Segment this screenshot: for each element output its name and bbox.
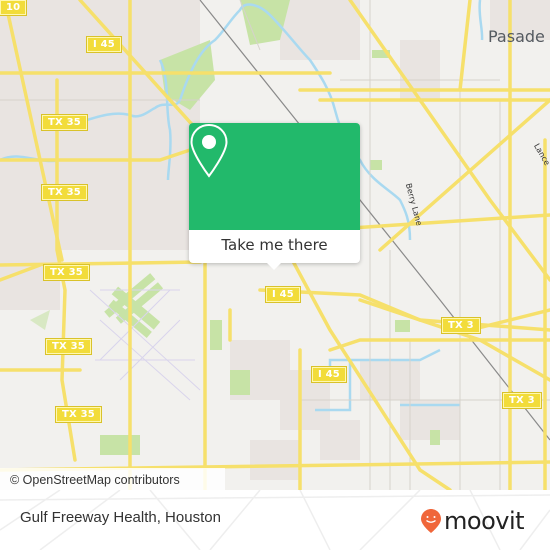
highway-shield-tx35: TX 35 <box>41 114 88 131</box>
take-me-there-button[interactable]: Take me there <box>189 230 360 263</box>
moovit-smiley-pin-icon <box>421 509 441 533</box>
highway-shield-i10: 10 <box>0 0 28 16</box>
highway-shield-i45: I 45 <box>311 366 347 383</box>
highway-shield-i45-north: I 45 <box>86 36 122 53</box>
highway-shield-tx3: TX 3 <box>502 392 542 409</box>
moovit-logo[interactable]: moovit <box>420 507 525 535</box>
highway-shield-tx35: TX 35 <box>43 264 90 281</box>
highway-shield-i45: I 45 <box>265 286 301 303</box>
popup-header[interactable] <box>189 123 360 230</box>
map-attribution[interactable]: © OpenStreetMap contributors <box>0 468 225 490</box>
highway-shield-tx3: TX 3 <box>441 317 481 334</box>
airport-taxiways <box>89 289 201 401</box>
place-title: Gulf Freeway Health, Houston <box>20 509 221 526</box>
highway-shield-tx35: TX 35 <box>55 406 102 423</box>
footer-bar: Gulf Freeway Health, Houston moovit <box>0 490 550 550</box>
moovit-wordmark: moovit <box>444 507 525 535</box>
highway-shield-tx35: TX 35 <box>45 338 92 355</box>
map-canvas[interactable]: 10 I 45 TX 35 TX 35 TX 35 TX 35 TX 35 I … <box>0 0 550 490</box>
location-pin-icon <box>190 123 228 178</box>
location-popup[interactable]: Take me there <box>189 123 360 270</box>
place-label-pasadena: Pasade <box>488 27 545 46</box>
popup-pointer <box>265 261 283 270</box>
highway-shield-tx35: TX 35 <box>41 184 88 201</box>
